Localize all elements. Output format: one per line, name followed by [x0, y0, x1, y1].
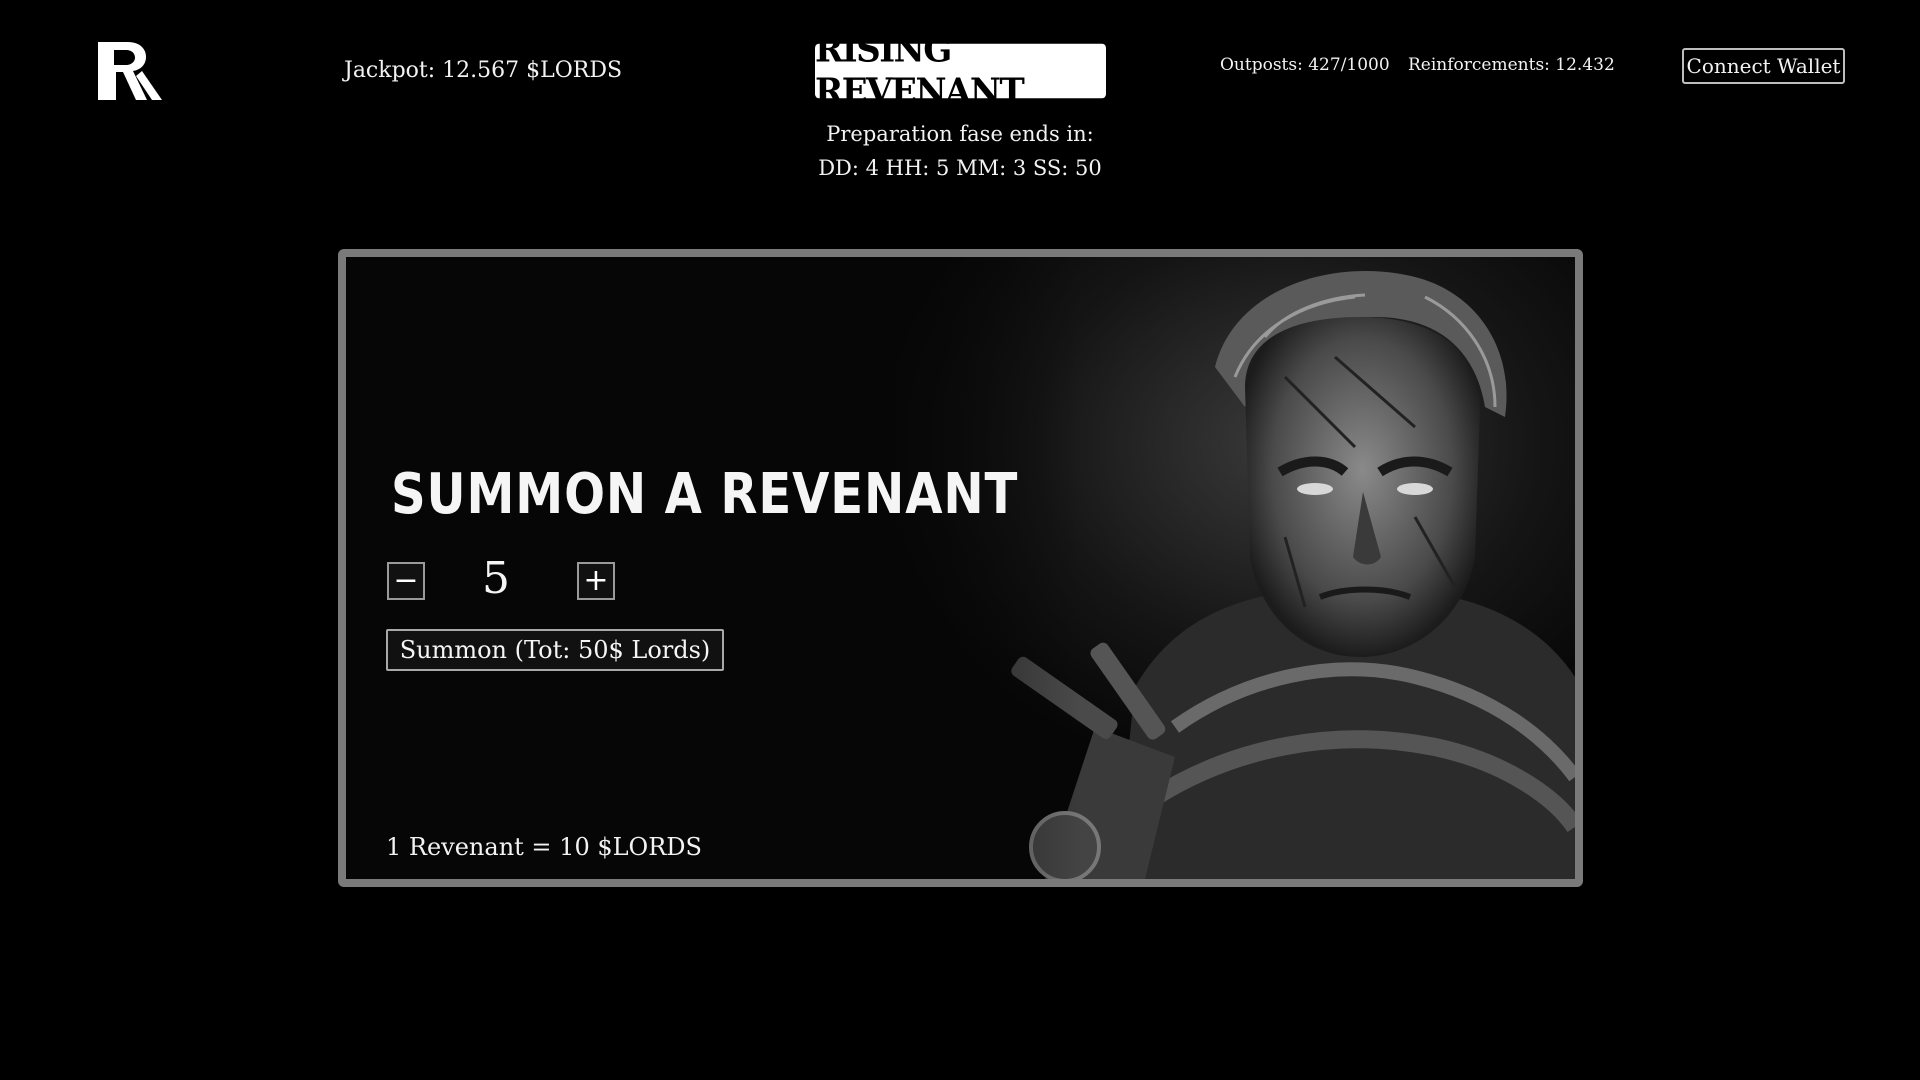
decrease-quantity-button[interactable]: −	[387, 562, 425, 600]
summon-button[interactable]: Summon (Tot: 50$ Lords)	[386, 629, 724, 671]
game-title: RISING REVENANT	[815, 29, 1106, 113]
price-note: 1 Revenant = 10 $LORDS	[386, 833, 702, 861]
reinforcements-stat: Reinforcements: 12.432	[1408, 55, 1615, 75]
connect-wallet-button[interactable]: Connect Wallet	[1682, 48, 1845, 84]
countdown-label: Preparation fase ends in:	[826, 122, 1094, 146]
summon-card: SUMMON A REVENANT − 5 + Summon (Tot: 50$…	[338, 249, 1583, 887]
countdown-value: DD: 4 HH: 5 MM: 3 SS: 50	[818, 156, 1102, 180]
page: Jackpot: 12.567 $LORDS RISING REVENANT P…	[0, 0, 1920, 1080]
outposts-stat: Outposts: 427/1000	[1220, 55, 1390, 75]
summon-title: SUMMON A REVENANT	[391, 462, 1019, 527]
increase-quantity-button[interactable]: +	[577, 562, 615, 600]
jackpot-display: Jackpot: 12.567 $LORDS	[344, 58, 623, 83]
revenant-portrait	[815, 257, 1575, 879]
quantity-value: 5	[482, 553, 510, 604]
preparation-countdown: Preparation fase ends in: DD: 4 HH: 5 MM…	[760, 117, 1160, 185]
rr-logo-icon[interactable]	[96, 38, 166, 104]
